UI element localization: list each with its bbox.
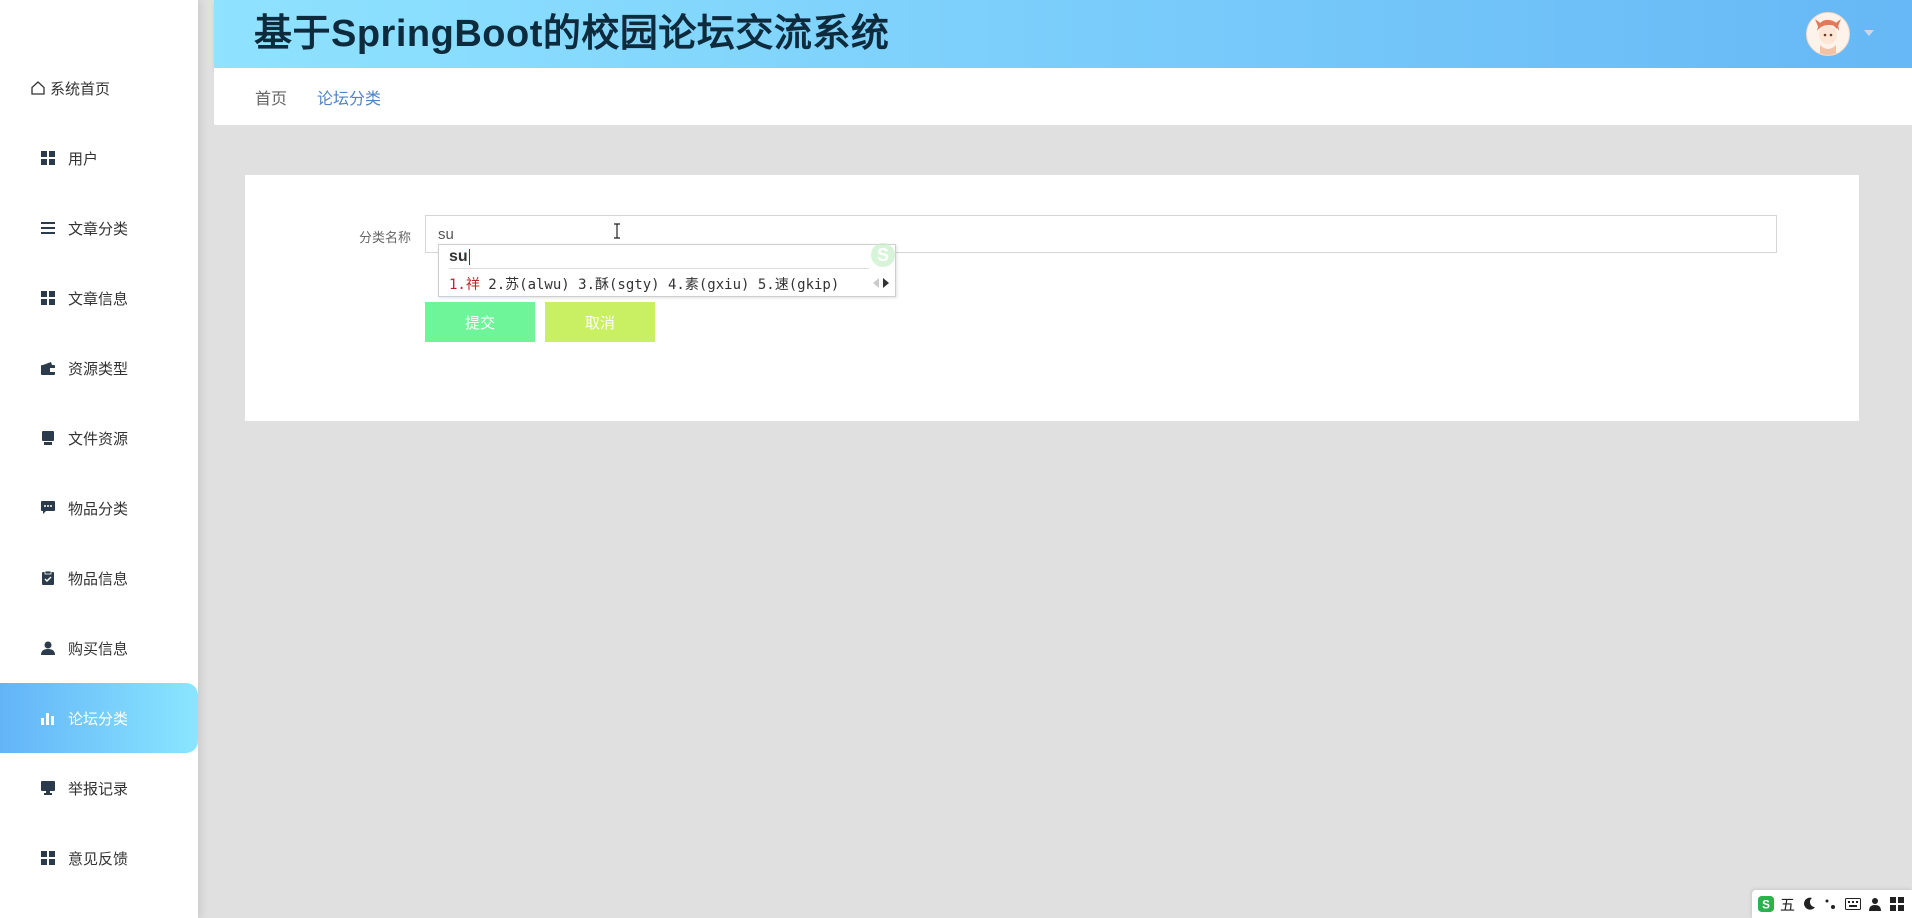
sidebar-item-file-resource[interactable]: 文件资源	[0, 403, 198, 473]
sidebar-item-resource-type[interactable]: 资源类型	[0, 333, 198, 403]
chevron-down-icon[interactable]	[1864, 30, 1874, 36]
svg-text:S: S	[877, 245, 889, 265]
avatar[interactable]	[1806, 12, 1850, 56]
grid-icon	[40, 150, 56, 166]
sidebar-item-goods-category[interactable]: 物品分类	[0, 473, 198, 543]
sidebar-item-report-records[interactable]: 举报记录	[0, 753, 198, 823]
sidebar: 系统首页 用户 文章分类 文章信息 资源类型 文件资源 物品分类 物品信息 购买…	[0, 0, 198, 918]
sidebar-item-forum-category[interactable]: 论坛分类	[0, 683, 198, 753]
keyboard-icon[interactable]	[1845, 896, 1862, 912]
category-name-label: 分类名称	[359, 230, 412, 245]
monitor-icon	[40, 780, 56, 796]
home-icon	[30, 80, 46, 96]
sidebar-item-home[interactable]: 系统首页	[0, 53, 198, 123]
ime-first-candidate[interactable]: 1.祥	[449, 277, 480, 293]
sidebar-item-article-category[interactable]: 文章分类	[0, 193, 198, 263]
user-icon	[40, 640, 56, 656]
sidebar-item-article-info[interactable]: 文章信息	[0, 263, 198, 333]
sidebar-item-label: 文章分类	[68, 220, 129, 238]
sidebar-item-label: 文章信息	[68, 290, 129, 308]
sidebar-item-goods-info[interactable]: 物品信息	[0, 543, 198, 613]
grid-icon	[40, 290, 56, 306]
clipboard-icon	[40, 570, 56, 586]
chat-icon	[40, 500, 56, 516]
ime-mode-indicator[interactable]: 五	[1780, 894, 1795, 915]
sidebar-item-label: 意见反馈	[68, 850, 129, 868]
sidebar-item-feedback[interactable]: 意见反馈	[0, 823, 198, 893]
sogou-logo-icon[interactable]: S	[1758, 896, 1774, 912]
wallet-icon	[40, 360, 56, 376]
form-card: 分类名称 提交 取消	[245, 175, 1859, 421]
ime-next-page-icon[interactable]	[883, 278, 889, 288]
sidebar-item-purchase-info[interactable]: 购买信息	[0, 613, 198, 683]
app-title: 基于SpringBoot的校园论坛交流系统	[254, 13, 890, 55]
sidebar-item-users[interactable]: 用户	[0, 123, 198, 193]
sidebar-item-label: 购买信息	[68, 640, 129, 658]
ime-prev-page-icon[interactable]	[873, 278, 879, 288]
ime-candidates[interactable]: 1.祥 2.苏(alwu) 3.酥(sgty) 4.素(gxiu) 5.速(gk…	[449, 274, 839, 294]
breadcrumb: 首页 论坛分类	[214, 68, 1912, 125]
svg-text:S: S	[1762, 898, 1770, 911]
text-cursor-icon	[613, 223, 621, 239]
sidebar-item-label: 论坛分类	[68, 710, 129, 728]
sidebar-item-label: 用户	[68, 150, 99, 168]
cancel-button[interactable]: 取消	[545, 302, 655, 342]
drawer-icon	[40, 430, 56, 446]
ime-candidate-popup: su 1.祥 2.苏(alwu) 3.酥(sgty) 4.素(gxiu) 5.速…	[438, 241, 897, 297]
sidebar-item-label: 物品信息	[68, 570, 129, 588]
breadcrumb-current: 论坛分类	[317, 90, 382, 108]
toolbox-grid-icon[interactable]	[1889, 896, 1905, 912]
sidebar-item-label: 文件资源	[68, 430, 129, 448]
list-icon	[40, 220, 56, 236]
ime-composition: su	[449, 248, 869, 269]
bar-chart-icon	[40, 710, 56, 726]
sidebar-item-label: 物品分类	[68, 500, 129, 518]
submit-button[interactable]: 提交	[425, 302, 535, 342]
sidebar-item-label: 系统首页	[50, 80, 111, 98]
grid-icon	[40, 850, 56, 866]
ime-other-candidates[interactable]: 2.苏(alwu) 3.酥(sgty) 4.素(gxiu) 5.速(gkip)	[480, 277, 839, 293]
top-header: 基于SpringBoot的校园论坛交流系统	[214, 0, 1912, 68]
sogou-logo-icon: S	[869, 241, 897, 269]
user-icon[interactable]	[1867, 896, 1883, 912]
sidebar-item-label: 资源类型	[68, 360, 129, 378]
sidebar-item-label: 举报记录	[68, 780, 129, 798]
breadcrumb-home[interactable]: 首页	[255, 85, 287, 109]
moon-icon[interactable]	[1801, 896, 1817, 912]
ime-status-bar: S 五	[1752, 890, 1912, 918]
punctuation-icon[interactable]	[1823, 896, 1839, 912]
